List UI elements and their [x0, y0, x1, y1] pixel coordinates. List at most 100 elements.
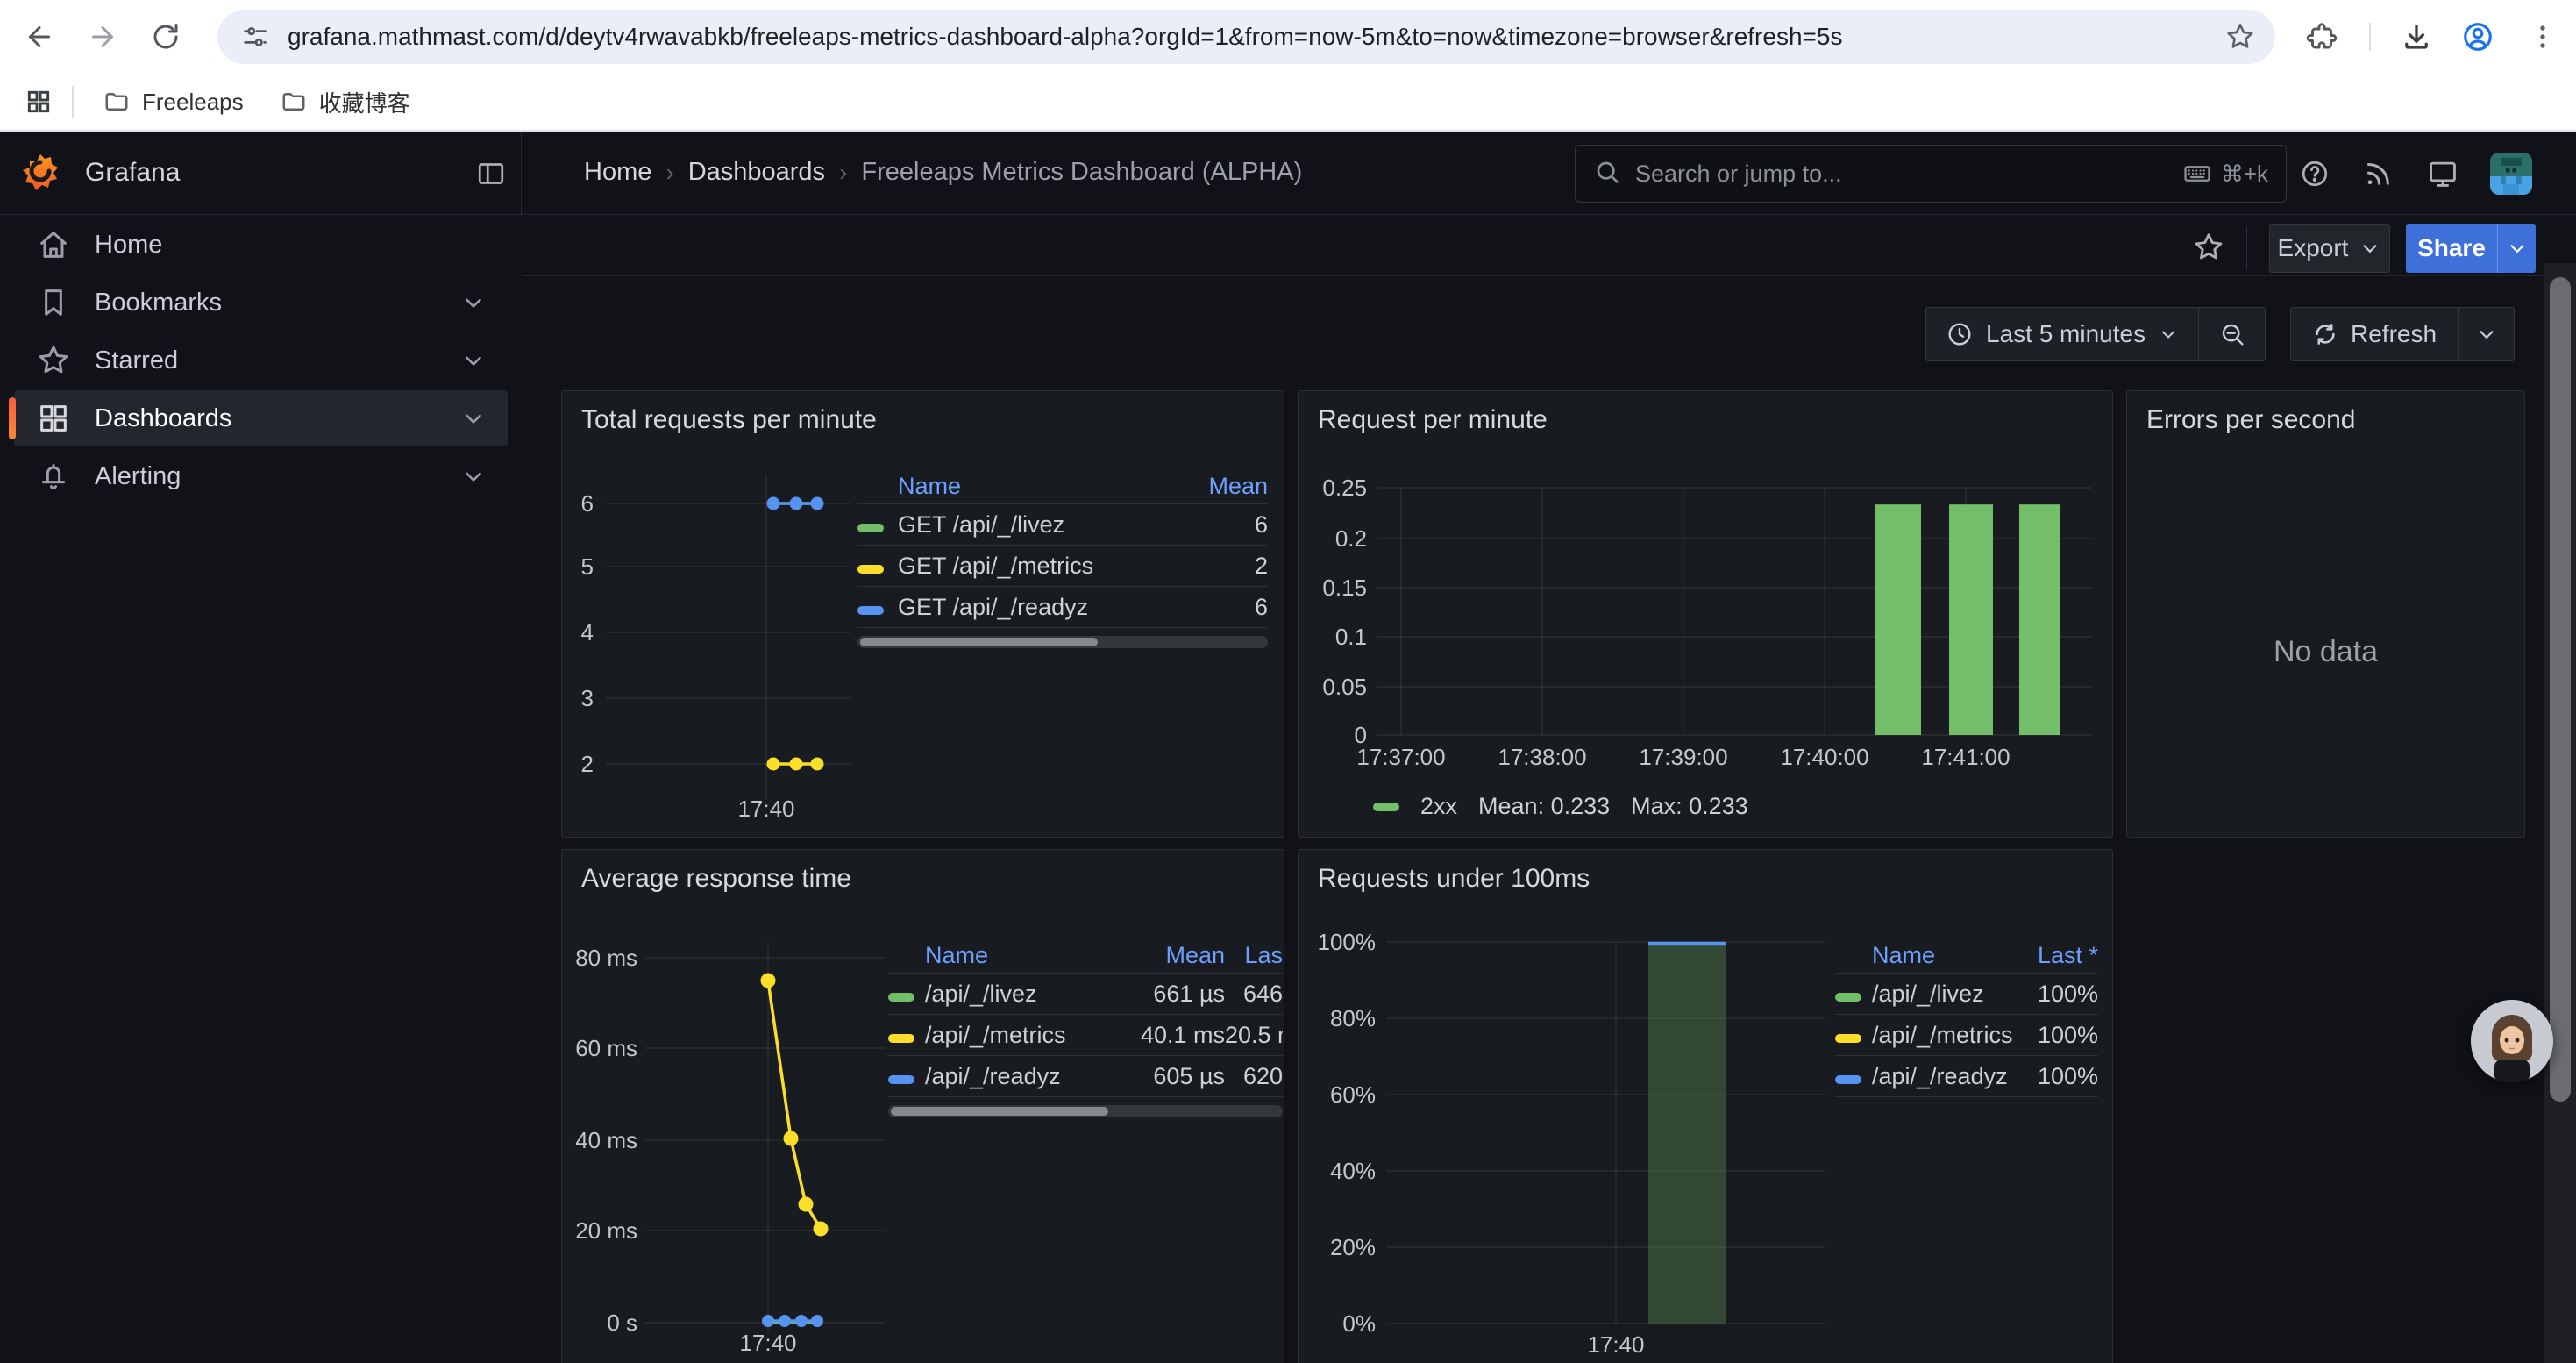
refresh-group: Refresh — [2290, 307, 2515, 361]
svg-text:17:40: 17:40 — [737, 796, 794, 822]
favorite-star-icon[interactable] — [2189, 228, 2228, 267]
reload-icon[interactable] — [148, 19, 183, 54]
series-value: 100% — [2025, 1063, 2098, 1090]
legend-header[interactable]: Las — [1225, 942, 1283, 969]
toolbar-divider — [2369, 23, 2371, 51]
scrollbar-thumb[interactable] — [860, 638, 1098, 646]
panel-title[interactable]: Request per minute — [1318, 405, 1548, 435]
legend-header[interactable]: Name — [925, 942, 1130, 969]
series-value: 6 — [1199, 511, 1268, 539]
user-avatar[interactable] — [2490, 153, 2532, 195]
browser-menu-icon[interactable] — [2525, 19, 2560, 54]
clock-icon — [1946, 320, 1974, 348]
legend-scrollbar[interactable] — [857, 636, 1268, 648]
help-icon[interactable] — [2295, 154, 2334, 193]
legend-header[interactable]: Name — [898, 473, 1199, 500]
profile-icon[interactable] — [2460, 19, 2495, 54]
downloads-icon[interactable] — [2399, 19, 2434, 54]
y-axis-tick: 80 ms — [575, 945, 637, 971]
sidebar-item-alerting[interactable]: Alerting — [14, 448, 508, 504]
url-bar[interactable]: grafana.mathmast.com/d/deytv4rwavabkb/fr… — [217, 10, 2275, 64]
legend-header[interactable]: Last * — [2025, 942, 2098, 969]
request-per-minute-chart[interactable]: 0.250.20.150.10.05017:37:0017:38:0017:39… — [1299, 470, 2110, 781]
y-axis-tick: 20 ms — [575, 1217, 637, 1244]
legend-row[interactable]: /api/_/livez100% — [1835, 973, 2098, 1014]
legend-row[interactable]: GET /api/_/readyz6 — [857, 586, 1268, 627]
search-input[interactable] — [1635, 161, 2182, 188]
kiosk-monitor-icon[interactable] — [2423, 154, 2462, 193]
share-group: Share — [2406, 224, 2536, 273]
legend-row[interactable]: GET /api/_/livez6 — [857, 503, 1268, 545]
y-axis-tick: 40 ms — [575, 1127, 637, 1153]
floating-assistant-avatar[interactable] — [2471, 1000, 2553, 1082]
legend-row[interactable]: /api/_/readyz605 µs620 — [888, 1055, 1283, 1096]
zoom-out-button[interactable] — [2198, 308, 2265, 360]
average-response-chart[interactable]: 80 ms60 ms40 ms20 ms0 s17:40 — [562, 933, 893, 1360]
panel-title[interactable]: Errors per second — [2146, 405, 2355, 435]
sidebar-item-starred[interactable]: Starred — [14, 332, 508, 389]
panel-title[interactable]: Average response time — [581, 864, 851, 894]
average-response-plot[interactable]: 80 ms60 ms40 ms20 ms0 s17:40 — [562, 933, 893, 1356]
search-box[interactable]: ⌘+k — [1575, 145, 2287, 203]
share-button[interactable]: Share — [2406, 224, 2497, 273]
series-value: 40.1 ms — [1130, 1022, 1225, 1049]
page-scrollbar[interactable] — [2544, 263, 2576, 1363]
series-max: Max: 0.233 — [1631, 793, 1748, 820]
extensions-icon[interactable] — [2304, 19, 2339, 54]
news-rss-icon[interactable] — [2359, 154, 2397, 193]
panel-request-per-minute: Request per minute 0.250.20.150.10.05017… — [1298, 390, 2113, 838]
y-axis-tick: 80% — [1330, 1005, 1376, 1031]
bookmark-item[interactable]: Freeleaps — [89, 82, 258, 123]
time-picker-group: Last 5 minutes — [1925, 307, 2266, 361]
under-100ms-plot[interactable]: 100%80%60%40%20%0%17:40 — [1299, 933, 1838, 1363]
sidebar-item-home[interactable]: Home — [14, 217, 508, 273]
legend-scrollbar[interactable] — [888, 1105, 1283, 1117]
total-requests-chart[interactable]: 6543217:40 — [562, 461, 865, 827]
refresh-label: Refresh — [2351, 320, 2437, 348]
url-text[interactable]: grafana.mathmast.com/d/deytv4rwavabkb/fr… — [288, 23, 1842, 51]
scrollbar-thumb[interactable] — [2550, 277, 2571, 1102]
back-icon[interactable] — [22, 19, 57, 54]
legend-header[interactable]: Name — [1872, 942, 2025, 969]
sidebar-item-label: Dashboards — [95, 404, 231, 433]
panel-title[interactable]: Requests under 100ms — [1318, 864, 1590, 894]
time-range-picker[interactable]: Last 5 minutes — [1926, 308, 2198, 360]
refresh-button[interactable]: Refresh — [2291, 308, 2458, 360]
bookmark-star-icon[interactable] — [2224, 21, 2256, 53]
export-button[interactable]: Export — [2269, 224, 2390, 273]
y-axis-tick: 20% — [1330, 1234, 1376, 1260]
bookmark-item[interactable]: 收藏博客 — [267, 79, 424, 125]
request-per-minute-plot[interactable]: 0.250.20.150.10.05017:37:0017:38:0017:39… — [1299, 470, 2110, 777]
legend-row[interactable]: GET /api/_/metrics2 — [857, 545, 1268, 586]
legend-row[interactable]: /api/_/metrics40.1 ms20.5 r — [888, 1014, 1283, 1055]
legend-row[interactable]: /api/_/readyz100% — [1835, 1055, 2098, 1096]
brand-label[interactable]: Grafana — [85, 158, 180, 188]
panel-title[interactable]: Total requests per minute — [581, 405, 877, 435]
scrollbar-thumb[interactable] — [891, 1107, 1108, 1116]
legend-header[interactable]: Mean — [1199, 473, 1268, 500]
sidebar-item-bookmarks[interactable]: Bookmarks — [14, 275, 508, 331]
sidebar-item-dashboards[interactable]: Dashboards — [14, 390, 508, 446]
svg-text:17:41:00: 17:41:00 — [1921, 744, 2010, 770]
yellow-series-swatch — [888, 1034, 914, 1043]
legend-header[interactable]: Mean — [1130, 942, 1225, 969]
series-name: /api/_/livez — [925, 981, 1130, 1008]
breadcrumb-home[interactable]: Home — [584, 158, 651, 187]
share-menu-button[interactable] — [2497, 224, 2536, 273]
panel-average-response-time: Average response time 80 ms60 ms40 ms20 … — [561, 849, 1284, 1363]
refresh-interval-button[interactable] — [2458, 308, 2514, 360]
legend-row[interactable]: /api/_/metrics100% — [1835, 1014, 2098, 1055]
forward-icon[interactable] — [85, 19, 120, 54]
site-info-icon[interactable] — [240, 22, 270, 52]
breadcrumb-separator: › — [665, 159, 673, 187]
total-requests-plot[interactable]: 6543217:40 — [562, 461, 865, 823]
mega-menu-toggle-icon[interactable] — [472, 154, 510, 193]
series-legend[interactable]: 2xx Mean: 0.233 Max: 0.233 — [1373, 793, 1748, 820]
legend-table: NameMeanLas/api/_/livez661 µs646/api/_/m… — [888, 938, 1283, 1117]
under-100ms-chart[interactable]: 100%80%60%40%20%0%17:40 — [1299, 933, 1838, 1363]
apps-grid-icon[interactable] — [21, 84, 56, 119]
breadcrumb-dashboards[interactable]: Dashboards — [688, 158, 825, 187]
legend-row[interactable]: /api/_/livez661 µs646 — [888, 973, 1283, 1014]
grafana-logo-icon[interactable] — [19, 152, 61, 198]
series-name: GET /api/_/livez — [898, 511, 1199, 539]
